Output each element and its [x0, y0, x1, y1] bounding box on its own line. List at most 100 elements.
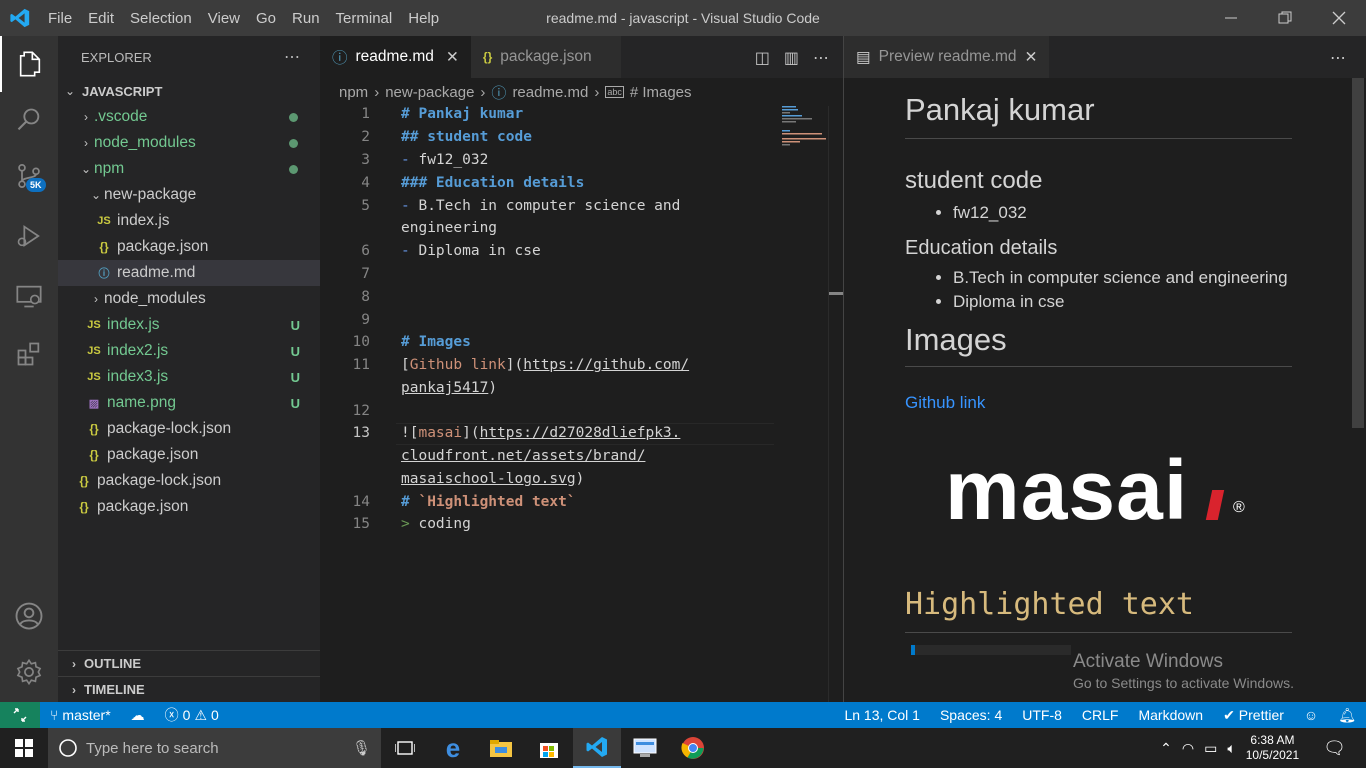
end-of-line[interactable]: CRLF: [1072, 707, 1129, 723]
task-view-icon[interactable]: [381, 728, 429, 768]
tree-item-name-png[interactable]: ▨ name.png U: [58, 390, 320, 416]
microsoft-store-icon[interactable]: [525, 728, 573, 768]
tree-item-package-json-2[interactable]: {} package.json: [58, 442, 320, 468]
scroll-thumb[interactable]: [1352, 78, 1364, 428]
menu-run[interactable]: Run: [284, 10, 328, 27]
problems-indicator[interactable]: ⓧ 0 ⚠ 0: [155, 705, 229, 725]
sync-button[interactable]: ☁: [121, 707, 155, 724]
line-number: 2: [361, 129, 370, 145]
microphone-icon[interactable]: 🎙︎: [352, 739, 371, 757]
menu-terminal[interactable]: Terminal: [328, 10, 401, 27]
tree-item-package-lock-json-root[interactable]: {} package-lock.json: [58, 468, 320, 494]
tree-item-index3-js[interactable]: JS index3.js U: [58, 364, 320, 390]
menu-edit[interactable]: Edit: [80, 10, 122, 27]
branch-indicator[interactable]: ⑂ master*: [40, 707, 121, 723]
feedback-icon[interactable]: ☺: [1294, 707, 1328, 723]
breadcrumb-item[interactable]: npm: [339, 84, 368, 101]
source-control-icon[interactable]: 5K: [0, 148, 58, 204]
chrome-browser-icon[interactable]: [669, 728, 717, 768]
more-actions-icon[interactable]: ⋯: [813, 48, 829, 67]
tree-item-readme[interactable]: ⓘ readme.md: [58, 260, 320, 286]
menu-view[interactable]: View: [200, 10, 248, 27]
json-file-icon: {}: [482, 50, 493, 64]
breadcrumb-item[interactable]: new-package: [385, 84, 474, 101]
tab-readme[interactable]: ⓘ readme.md ✕: [320, 36, 471, 78]
vscode-taskbar-icon[interactable]: [573, 728, 621, 768]
menu-help[interactable]: Help: [400, 10, 447, 27]
tree-item-node-modules[interactable]: › node_modules: [58, 130, 320, 156]
run-debug-icon[interactable]: [0, 208, 58, 264]
menu-file[interactable]: File: [40, 10, 80, 27]
windows-start-icon[interactable]: [0, 728, 48, 768]
language-mode[interactable]: Markdown: [1128, 707, 1213, 723]
extensions-icon[interactable]: [0, 326, 58, 382]
open-preview-icon[interactable]: ◫: [755, 48, 770, 67]
error-count: 0: [182, 707, 191, 723]
explorer-icon[interactable]: [0, 36, 58, 92]
cursor-position[interactable]: Ln 13, Col 1: [834, 707, 930, 723]
battery-icon[interactable]: ▭: [1204, 740, 1217, 757]
close-tab-icon[interactable]: ✕: [446, 48, 459, 67]
breadcrumb-item[interactable]: # Images: [630, 84, 692, 101]
outline-section[interactable]: › OUTLINE: [58, 650, 320, 676]
clock[interactable]: 6:38 AM 10/5/2021: [1246, 733, 1299, 763]
search-icon[interactable]: [0, 92, 58, 148]
close-window-button[interactable]: [1312, 0, 1366, 36]
tree-item-npm[interactable]: ⌄ npm: [58, 156, 320, 182]
taskbar-search-box[interactable]: Type here to search 🎙︎: [48, 728, 381, 768]
remote-explorer-icon[interactable]: [0, 268, 58, 324]
vscode-logo-icon[interactable]: [0, 0, 40, 36]
link-url[interactable]: cloudfront.net/assets/brand/: [401, 448, 645, 464]
activate-windows-watermark: Activate Windows Go to Settings to activ…: [1073, 651, 1294, 691]
menu-go[interactable]: Go: [248, 10, 284, 27]
breadcrumb-item[interactable]: readme.md: [512, 84, 588, 101]
link-url[interactable]: https://github.com/: [523, 357, 689, 373]
tree-item-index-js[interactable]: JS index.js: [58, 208, 320, 234]
prettier-label: Prettier: [1238, 707, 1284, 723]
restore-button[interactable]: [1258, 0, 1312, 36]
minimap[interactable]: [780, 106, 828, 146]
chevron-up-icon[interactable]: ⌃: [1160, 740, 1172, 757]
indentation[interactable]: Spaces: 4: [930, 707, 1012, 723]
settings-gear-icon[interactable]: [0, 644, 58, 700]
tree-item-index2-js[interactable]: JS index2.js U: [58, 338, 320, 364]
link-url[interactable]: masaischool-logo.svg: [401, 471, 576, 487]
tree-item-node-modules-2[interactable]: › node_modules: [58, 286, 320, 312]
code-line: ## student code: [401, 129, 532, 145]
remote-desktop-icon[interactable]: [621, 728, 669, 768]
tree-item-index-js-2[interactable]: JS index.js U: [58, 312, 320, 338]
tree-item-package-lock-json[interactable]: {} package-lock.json: [58, 416, 320, 442]
accounts-icon[interactable]: [0, 588, 58, 644]
chevron-right-icon: ›: [374, 83, 380, 101]
tree-item-new-package[interactable]: ⌄ new-package: [58, 182, 320, 208]
preview-github-link[interactable]: Github link: [905, 393, 1292, 413]
tab-preview-readme[interactable]: ▤ Preview readme.md ✕: [844, 36, 1050, 78]
notifications-bell-icon[interactable]: 🔔︎: [1328, 707, 1366, 724]
tree-item-label: .vscode: [94, 108, 148, 125]
wifi-icon[interactable]: ◠: [1182, 740, 1194, 757]
action-center-icon[interactable]: 🗨︎: [1323, 738, 1346, 759]
tree-item-package-json[interactable]: {} package.json: [58, 234, 320, 260]
tree-item-package-json-root[interactable]: {} package.json: [58, 494, 320, 520]
more-actions-icon[interactable]: ⋯: [284, 47, 300, 67]
tab-package-json[interactable]: {} package.json: [470, 36, 621, 78]
timeline-section[interactable]: › TIMELINE: [58, 676, 320, 702]
menu-selection[interactable]: Selection: [122, 10, 200, 27]
clock-date: 10/5/2021: [1245, 748, 1300, 762]
close-tab-icon[interactable]: ✕: [1024, 48, 1037, 67]
more-actions-icon[interactable]: ⋯: [1330, 48, 1346, 67]
remote-indicator-icon[interactable]: [0, 702, 40, 728]
tree-item-vscode[interactable]: › .vscode: [58, 104, 320, 130]
editor-scrollbar[interactable]: [828, 106, 843, 702]
prettier-status[interactable]: ✔ Prettier: [1213, 707, 1294, 724]
tree-root[interactable]: ⌄ JAVASCRIPT: [58, 78, 320, 104]
edge-browser-icon[interactable]: e: [429, 728, 477, 768]
split-editor-icon[interactable]: ▥: [784, 48, 799, 67]
encoding[interactable]: UTF-8: [1012, 707, 1072, 723]
file-explorer-icon[interactable]: [477, 728, 525, 768]
volume-icon[interactable]: 🔈︎: [1227, 740, 1235, 757]
link-url[interactable]: https://d27028dliefpk3.: [480, 425, 681, 441]
link-url[interactable]: pankaj5417: [401, 380, 488, 396]
minimize-button[interactable]: [1204, 0, 1258, 36]
preview-scrollbar[interactable]: [1352, 78, 1366, 702]
